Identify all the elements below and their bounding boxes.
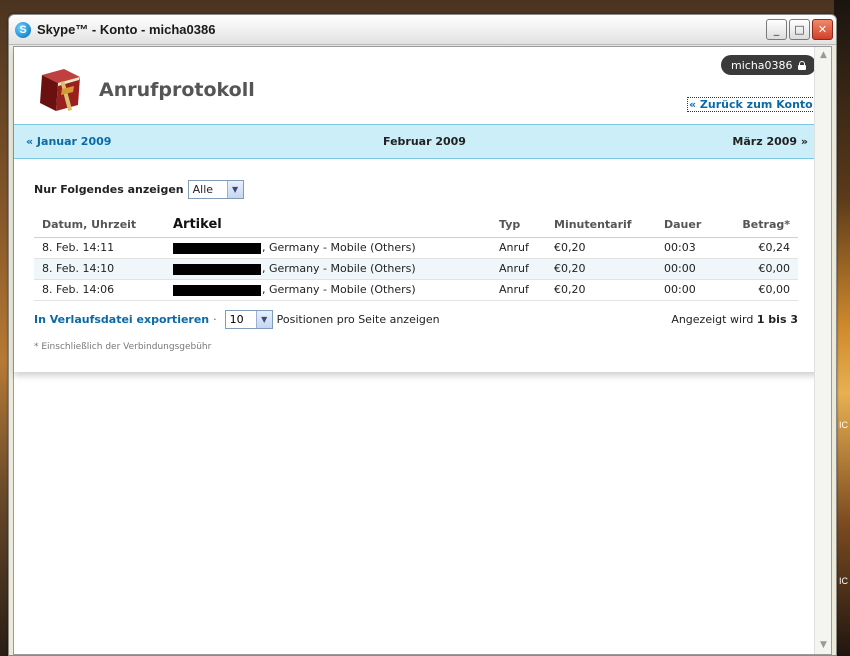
export-history-link[interactable]: In Verlaufsdatei exportieren [34, 313, 209, 326]
back-to-account-link[interactable]: « Zurück zum Konto [687, 97, 815, 112]
username: micha0386 [731, 58, 793, 72]
article-text: , Germany - Mobile (Others) [262, 262, 416, 275]
column-header-type: Typ [491, 213, 546, 238]
cell-rate: €0,20 [546, 279, 656, 301]
column-header-datetime: Datum, Uhrzeit [34, 213, 165, 238]
chevron-down-icon[interactable]: ▼ [226, 181, 243, 198]
desktop-icon-label[interactable]: IC [839, 420, 848, 430]
cell-rate: €0,20 [546, 237, 656, 259]
cell-article: , Germany - Mobile (Others) [165, 279, 491, 301]
column-header-amount: Betrag* [726, 213, 798, 238]
skype-window: S Skype™ - Konto - micha0386 _ □ ✕ Anruf… [8, 14, 837, 656]
next-month-link[interactable]: März 2009 » [732, 135, 808, 148]
cell-rate: €0,20 [546, 258, 656, 280]
cell-article: , Germany - Mobile (Others) [165, 258, 491, 280]
cell-amount: €0,00 [726, 279, 798, 301]
cell-datetime: 8. Feb. 14:06 [34, 279, 165, 301]
client-area: Anrufprotokoll micha0386 « Zurück zum Ko… [13, 46, 832, 655]
call-log-table: Datum, Uhrzeit Artikel Typ Minutentarif … [34, 213, 798, 301]
cell-amount: €0,24 [726, 237, 798, 259]
previous-month-link[interactable]: « Januar 2009 [26, 135, 111, 148]
cell-duration: 00:03 [656, 237, 726, 259]
book-icon [40, 69, 80, 111]
shown-range: 1 bis 3 [756, 313, 798, 326]
filter-select[interactable]: Alle ▼ [187, 180, 244, 199]
article-text: , Germany - Mobile (Others) [262, 283, 416, 296]
table-row: 8. Feb. 14:10 , Germany - Mobile (Others… [34, 258, 798, 280]
window-controls: _ □ ✕ [766, 19, 833, 40]
scroll-up-icon[interactable]: ▲ [817, 49, 830, 62]
title-bar[interactable]: S Skype™ - Konto - micha0386 _ □ ✕ [9, 15, 836, 45]
lock-icon [797, 60, 806, 70]
shown-prefix: Angezeigt wird [671, 313, 754, 326]
desktop-icon-label[interactable]: IC [839, 576, 848, 586]
current-month: Februar 2009 [383, 135, 466, 148]
cell-type: Anruf [491, 279, 546, 301]
footnote: * Einschließlich der Verbindungsgebühr [34, 342, 212, 352]
column-header-rate: Minutentarif [546, 213, 656, 238]
column-header-duration: Dauer [656, 213, 726, 238]
filter-label: Nur Folgendes anzeigen [34, 183, 184, 196]
cell-amount: €0,00 [726, 258, 798, 280]
cell-article: , Germany - Mobile (Others) [165, 237, 491, 259]
shown-count: Angezeigt wird 1 bis 3 [671, 313, 798, 326]
per-page-select[interactable]: 10 ▼ [224, 310, 273, 329]
user-badge[interactable]: micha0386 [721, 55, 816, 75]
close-button[interactable]: ✕ [812, 19, 833, 40]
cell-datetime: 8. Feb. 14:11 [34, 237, 165, 259]
page-title: Anrufprotokoll [99, 79, 255, 101]
table-footer: In Verlaufsdatei exportieren · 10 ▼ Posi… [34, 310, 798, 329]
scroll-down-icon[interactable]: ▼ [817, 639, 830, 652]
table-row: 8. Feb. 14:11 , Germany - Mobile (Others… [34, 237, 798, 259]
per-page-label: Positionen pro Seite anzeigen [276, 313, 440, 326]
month-navigation: « Januar 2009 Februar 2009 März 2009 » [14, 124, 819, 159]
cell-type: Anruf [491, 258, 546, 280]
redacted-number [173, 242, 261, 254]
cell-duration: 00:00 [656, 279, 726, 301]
filter-value: Alle [192, 183, 214, 196]
minimize-button[interactable]: _ [766, 19, 787, 40]
table-header-row: Datum, Uhrzeit Artikel Typ Minutentarif … [34, 213, 798, 238]
separator: · [213, 313, 217, 326]
cell-datetime: 8. Feb. 14:10 [34, 258, 165, 280]
redacted-number [173, 263, 261, 275]
account-panel: Anrufprotokoll micha0386 « Zurück zum Ko… [14, 47, 819, 372]
filter-row: Nur Folgendes anzeigen Alle ▼ [34, 180, 244, 199]
chevron-down-icon[interactable]: ▼ [255, 311, 272, 328]
per-page-value: 10 [229, 313, 244, 326]
vertical-scrollbar[interactable]: ▲ ▼ [814, 47, 831, 654]
article-text: , Germany - Mobile (Others) [262, 241, 416, 254]
column-header-article: Artikel [165, 213, 491, 238]
cell-duration: 00:00 [656, 258, 726, 280]
skype-icon: S [15, 21, 31, 38]
table-row: 8. Feb. 14:06 , Germany - Mobile (Others… [34, 279, 798, 301]
maximize-button[interactable]: □ [789, 19, 810, 40]
cell-type: Anruf [491, 237, 546, 259]
window-title: Skype™ - Konto - micha0386 [37, 22, 216, 37]
redacted-number [173, 284, 261, 296]
